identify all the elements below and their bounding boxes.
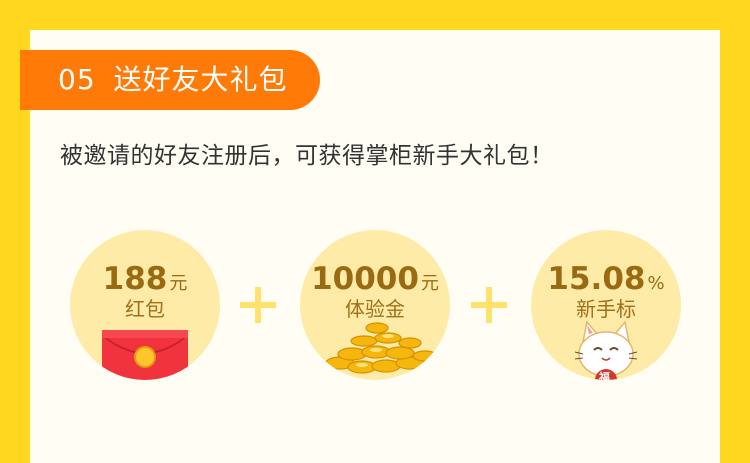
plus-icon <box>471 287 507 323</box>
section-number: 05 <box>58 63 96 96</box>
lucky-cat-icon <box>574 320 638 380</box>
red-envelope-icon <box>102 330 188 380</box>
section-banner: 05 送好友大礼包 <box>20 50 320 110</box>
lucky-cat-badge: 福 <box>599 371 610 380</box>
intro-text: 被邀请的好友注册后，可获得掌柜新手大礼包！ <box>60 143 554 169</box>
plus-icon <box>240 287 276 323</box>
section-title: 送好友大礼包 <box>113 63 288 96</box>
gold-coins-icon <box>325 322 438 374</box>
gift-red-envelope: 188 元 红包 <box>70 230 220 380</box>
gift-experience-fund: 10000 元 体验金 <box>300 230 450 380</box>
gift-newbie-product: 15.08% 新手标 福 <box>531 230 681 380</box>
